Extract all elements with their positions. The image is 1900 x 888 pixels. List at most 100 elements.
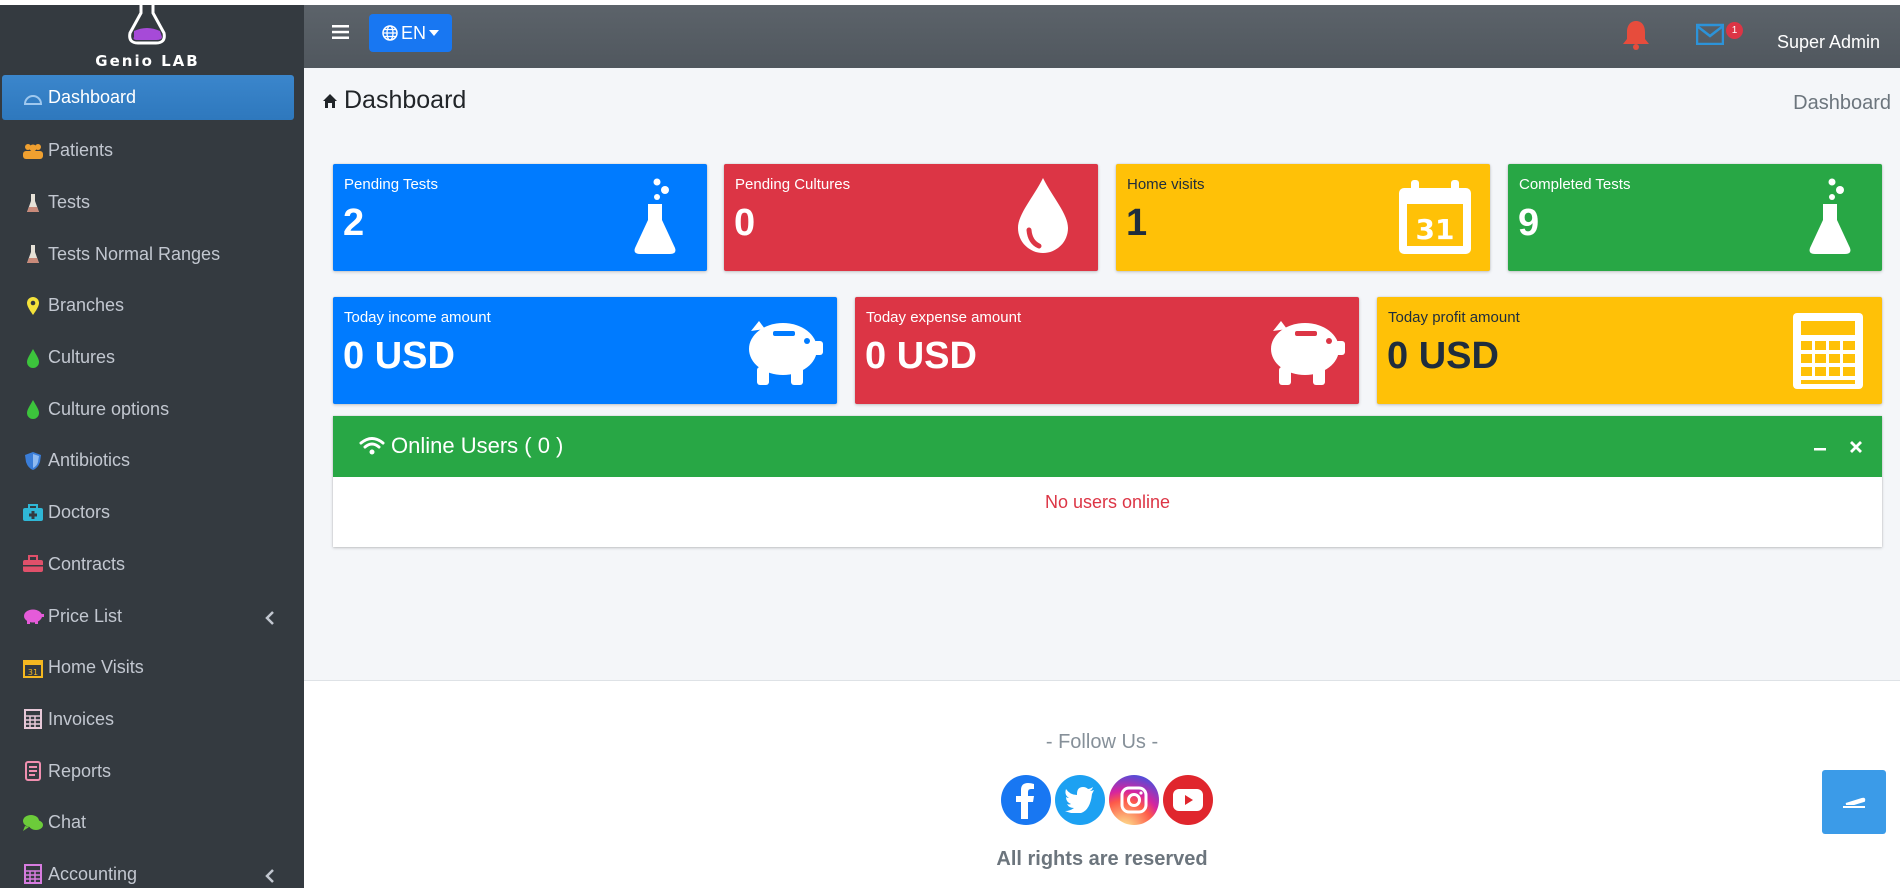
sidebar: Genio LAB Dashboard Patients Tests Tests… (0, 5, 304, 888)
sidebar-item-antibiotics[interactable]: Antibiotics (0, 435, 304, 487)
sidebar-item-chat[interactable]: Chat (0, 797, 304, 849)
wifi-icon (359, 437, 385, 455)
notifications-bell-icon[interactable] (1622, 19, 1650, 56)
sidebar-item-label: Home Visits (48, 657, 144, 678)
sidebar-item-label: Invoices (48, 708, 115, 729)
flask-icon (1806, 178, 1854, 263)
stat-value: 1 (1126, 202, 1148, 244)
language-dropdown-button[interactable]: EN (369, 14, 452, 52)
sidebar-item-label: Chat (48, 812, 87, 833)
calculator-icon (22, 863, 44, 885)
sidebar-item-label: Cultures (48, 347, 116, 368)
map-marker-icon (22, 295, 44, 317)
stat-box-completed-tests[interactable]: Completed Tests 9 (1508, 164, 1882, 271)
home-icon (323, 93, 337, 108)
online-users-card: Online Users ( 0 ) No users online (333, 416, 1882, 547)
sidebar-item-home-visits[interactable]: 31 Home Visits (0, 642, 304, 694)
messages-envelope-icon[interactable] (1695, 23, 1725, 50)
footer: - Follow Us - All rights are reserved (304, 680, 1900, 888)
sidebar-item-patients[interactable]: Patients (0, 125, 304, 177)
sidebar-item-contracts[interactable]: Contracts (0, 539, 304, 591)
stat-box-today-income[interactable]: Today income amount 0 USD (333, 297, 837, 404)
sidebar-item-doctors[interactable]: Doctors (0, 487, 304, 539)
sidebar-item-cultures[interactable]: Cultures (0, 332, 304, 384)
stat-value: 0 USD (343, 335, 455, 377)
language-label: EN (400, 22, 426, 43)
sidebar-item-branches[interactable]: Branches (0, 280, 304, 332)
drop-icon (22, 347, 44, 369)
chat-icon (22, 812, 44, 834)
scroll-to-top-button[interactable] (1822, 770, 1886, 834)
drop-icon (1015, 176, 1071, 261)
menu-toggle-icon[interactable] (332, 24, 349, 45)
page-title-text: Dashboard (344, 86, 467, 114)
stat-value: 0 USD (1387, 335, 1499, 377)
calendar-day: 31 (1416, 213, 1455, 246)
plane-icon (1843, 797, 1866, 808)
user-menu[interactable]: Super Admin (1777, 32, 1880, 53)
sidebar-item-culture-options[interactable]: Culture options (0, 383, 304, 435)
flask-icon (631, 178, 679, 263)
stat-label: Today expense amount (866, 309, 1022, 326)
chevron-left-icon[interactable] (265, 609, 274, 630)
sidebar-item-tests[interactable]: Tests (0, 177, 304, 229)
close-icon[interactable] (1849, 436, 1863, 459)
dashboard-icon (22, 87, 44, 109)
stat-box-pending-tests[interactable]: Pending Tests 2 (333, 164, 707, 271)
breadcrumb[interactable]: Dashboard (1793, 92, 1891, 115)
sidebar-item-price-list[interactable]: Price List (0, 590, 304, 642)
caret-down-icon (429, 30, 439, 36)
stat-value: 0 USD (865, 335, 977, 377)
stat-value: 2 (343, 202, 365, 244)
stat-value: 0 (734, 202, 756, 244)
messages-count-badge: 1 (1726, 22, 1743, 39)
brand-logo[interactable]: Genio LAB (0, 5, 304, 73)
facebook-icon[interactable] (1001, 775, 1051, 825)
sidebar-item-invoices[interactable]: Invoices (0, 694, 304, 746)
page-title: Dashboard (322, 86, 466, 115)
sidebar-item-label: Tests Normal Ranges (48, 243, 221, 264)
shield-icon (22, 450, 44, 472)
chevron-left-icon[interactable] (265, 867, 274, 888)
collapse-minus-icon[interactable] (1813, 436, 1827, 459)
copyright-text: All rights are reserved (996, 848, 1208, 870)
sidebar-item-label: Culture options (48, 398, 170, 419)
stat-box-today-expense[interactable]: Today expense amount 0 USD (855, 297, 1359, 404)
calendar-icon: 31 (22, 657, 44, 679)
no-users-message: No users online (1044, 492, 1171, 512)
sidebar-item-accounting[interactable]: Accounting (0, 849, 304, 888)
sidebar-item-label: Antibiotics (48, 450, 131, 471)
medkit-icon (22, 502, 44, 524)
stat-box-today-profit[interactable]: Today profit amount 0 USD (1377, 297, 1882, 404)
sidebar-item-label: Tests (48, 192, 91, 213)
sidebar-item-reports[interactable]: Reports (0, 745, 304, 797)
instagram-icon[interactable] (1109, 775, 1159, 825)
youtube-icon[interactable] (1163, 775, 1213, 825)
sidebar-item-label: Accounting (48, 863, 138, 884)
stat-label: Today income amount (344, 309, 491, 326)
sidebar-item-label: Reports (48, 760, 112, 781)
sidebar-item-dashboard[interactable]: Dashboard (2, 75, 294, 120)
stat-box-pending-cultures[interactable]: Pending Cultures 0 (724, 164, 1098, 271)
sidebar-item-label: Dashboard (48, 87, 137, 107)
piggy-bank-icon (1265, 313, 1347, 392)
piggy-bank-icon (743, 313, 825, 392)
sidebar-item-label: Price List (48, 605, 123, 626)
sidebar-item-label: Branches (48, 295, 125, 316)
stat-box-home-visits[interactable]: Home visits 1 31 (1116, 164, 1490, 271)
stat-label: Home visits (1127, 176, 1205, 193)
svg-text:31: 31 (28, 668, 38, 677)
calendar-icon: 31 (1395, 178, 1475, 263)
sidebar-item-tests-normal-ranges[interactable]: Tests Normal Ranges (0, 228, 304, 280)
brand-name: Genio LAB (95, 52, 200, 70)
users-icon (22, 140, 44, 162)
piggy-bank-icon (22, 605, 44, 627)
sidebar-item-label: Doctors (48, 502, 111, 523)
twitter-icon[interactable] (1055, 775, 1105, 825)
globe-icon (382, 25, 398, 41)
briefcase-icon (22, 553, 44, 575)
follow-us-text: - Follow Us - (1045, 731, 1159, 753)
sidebar-item-label: Patients (48, 140, 114, 161)
flask-icon (22, 243, 44, 265)
card-title-text: Online Users ( 0 ) (391, 433, 564, 458)
